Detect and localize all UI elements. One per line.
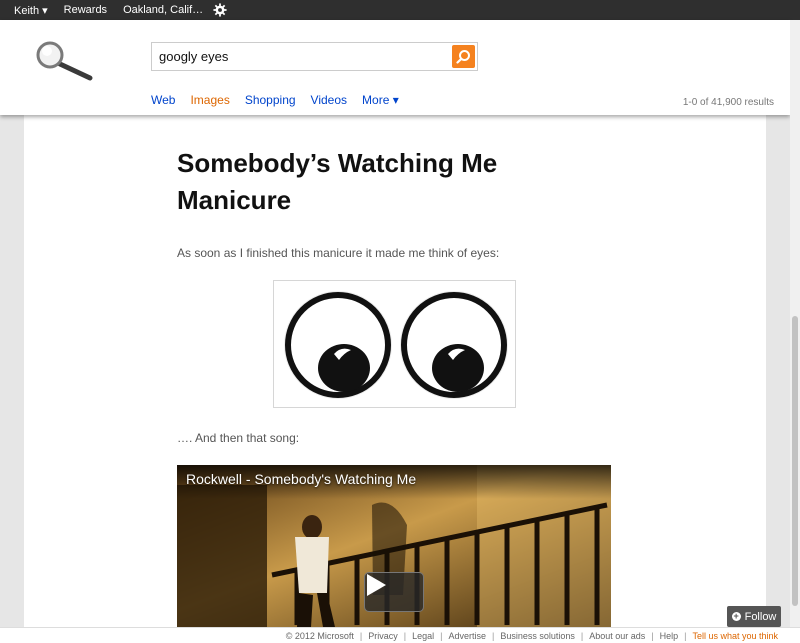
footer-separator: | [359,630,363,641]
tab-shopping[interactable]: Shopping [245,93,296,107]
user-menu[interactable]: Keith ▾ [14,4,48,17]
footer-link-about-ads[interactable]: About our ads [589,631,645,641]
play-icon [367,574,386,596]
result-count: 1-0 of 41,900 results [682,97,774,108]
tab-videos[interactable]: Videos [311,93,347,107]
top-bar: Keith ▾ Rewards Oakland, Calif… [0,0,800,20]
footer-separator: | [651,630,654,641]
search-header: Web Images Shopping Videos More ▾ 1-0 of… [0,20,790,115]
page-footer: © 2012 Microsoft | Privacy | Legal | Adv… [0,627,800,643]
search-button[interactable] [452,45,475,68]
location-link[interactable]: Oakland, Calif… [123,4,203,16]
scrollbar-thumb[interactable] [792,316,798,606]
tab-images[interactable]: Images [190,93,229,107]
footer-separator: | [580,630,584,641]
play-button[interactable] [364,572,424,612]
footer-separator: | [684,630,687,641]
footer-link-feedback[interactable]: Tell us what you think [692,631,778,641]
search-icon [456,50,470,64]
video-title: Rockwell - Somebody's Watching Me [186,471,417,487]
follow-label: Follow [744,610,777,623]
footer-separator: | [491,630,495,641]
footer-link-legal[interactable]: Legal [412,631,434,641]
magnifier-logo-icon[interactable] [34,40,96,82]
googly-eyes-image[interactable] [273,280,516,408]
copyright-text: © 2012 Microsoft [285,630,354,641]
tab-web[interactable]: Web [151,93,175,107]
post-intro-text: As soon as I finished this manicure it m… [177,246,500,260]
tab-more[interactable]: More ▾ [362,93,399,107]
footer-link-help[interactable]: Help [660,631,679,641]
gear-icon[interactable] [213,3,227,17]
search-input[interactable] [152,43,448,70]
rewards-link[interactable]: Rewards [64,4,107,16]
footer-separator: | [440,630,443,641]
page-scrollbar[interactable] [790,20,800,627]
plus-icon: + [731,611,741,621]
follow-button[interactable]: + Follow [727,606,781,627]
googly-eyes-illustration [284,291,508,399]
video-player[interactable]: Rockwell - Somebody's Watching Me [177,465,611,627]
footer-link-privacy[interactable]: Privacy [368,631,398,641]
post-song-text: …. And then that song: [177,431,300,445]
vertical-nav: Web Images Shopping Videos More ▾ [151,93,414,107]
search-box [151,42,478,71]
post-title: Somebody’s Watching Me Manicure [177,148,498,215]
footer-separator: | [403,630,407,641]
blog-post: Somebody’s Watching Me Manicure As soon … [24,115,766,627]
footer-link-advertise[interactable]: Advertise [448,631,486,641]
footer-link-business[interactable]: Business solutions [500,631,575,641]
